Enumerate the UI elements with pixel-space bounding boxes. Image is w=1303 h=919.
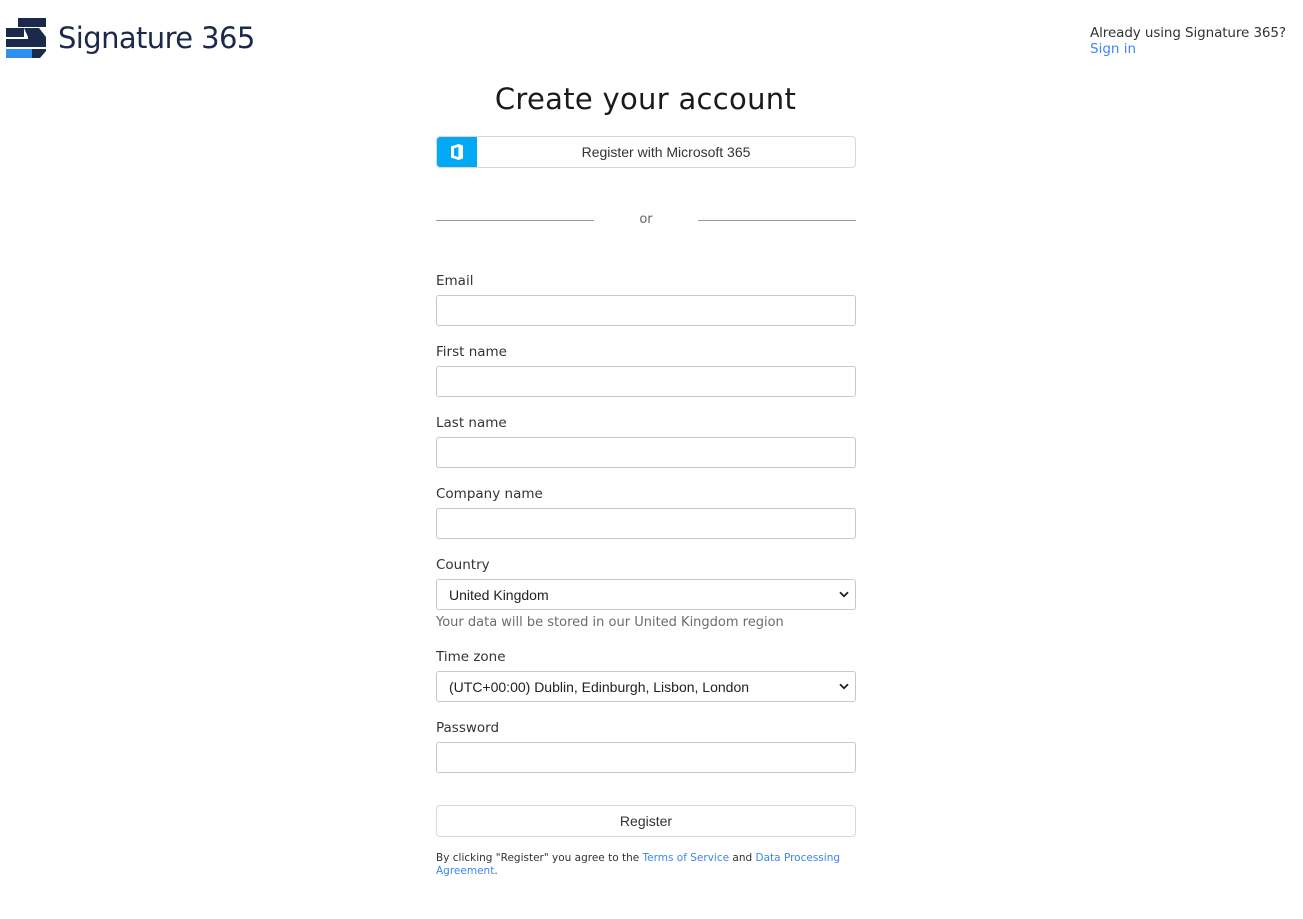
time-zone-selected-value: (UTC+00:00) Dublin, Edinburgh, Lisbon, L… (449, 678, 750, 695)
or-divider: or (436, 212, 856, 230)
register-microsoft-label: Register with Microsoft 365 (581, 144, 751, 160)
office-icon-box (437, 137, 477, 167)
signature-365-logo-icon (6, 17, 46, 58)
first-name-field[interactable] (436, 366, 856, 397)
terms-and: and (732, 852, 753, 864)
office-icon (451, 144, 463, 160)
country-label: Country (436, 557, 490, 573)
password-field[interactable] (436, 742, 856, 773)
signin-prompt: Already using Signature 365? (1090, 25, 1286, 41)
first-name-label: First name (436, 344, 507, 360)
signin-area: Already using Signature 365? Sign in (1090, 25, 1286, 57)
email-field[interactable] (436, 295, 856, 326)
time-zone-label: Time zone (436, 649, 506, 665)
last-name-label: Last name (436, 415, 507, 431)
password-label: Password (436, 720, 500, 736)
brand-logo[interactable]: Signature 365 (6, 17, 255, 59)
company-name-field[interactable] (436, 508, 856, 539)
time-zone-select[interactable]: (UTC+00:00) Dublin, Edinburgh, Lisbon, L… (436, 671, 856, 702)
last-name-field[interactable] (436, 437, 856, 468)
email-label: Email (436, 273, 474, 289)
terms-prefix: By clicking "Register" you agree to the (436, 852, 640, 864)
country-help-text: Your data will be stored in our United K… (436, 615, 784, 630)
divider-line-right (698, 220, 856, 221)
terms-notice: By clicking "Register" you agree to the … (436, 852, 856, 878)
brand-name: Signature 365 (58, 21, 255, 55)
country-select[interactable]: United Kingdom (436, 579, 856, 610)
country-selected-value: United Kingdom (449, 586, 549, 603)
signin-link[interactable]: Sign in (1090, 41, 1286, 57)
terms-suffix: . (494, 865, 498, 877)
register-button[interactable]: Register (436, 805, 856, 837)
register-microsoft-button[interactable]: Register with Microsoft 365 (436, 136, 856, 168)
chevron-down-icon (833, 579, 855, 610)
page-title: Create your account (494, 82, 797, 116)
company-name-label: Company name (436, 486, 543, 502)
chevron-down-icon (833, 671, 855, 702)
terms-of-service-link[interactable]: Terms of Service (643, 852, 730, 864)
